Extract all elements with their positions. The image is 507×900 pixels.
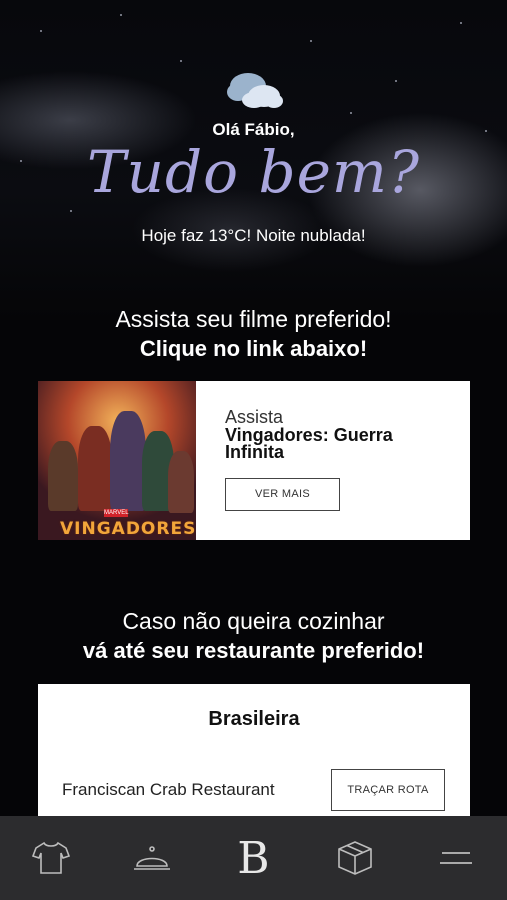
movie-section-title: Assista seu filme preferido! Clique no l… <box>0 304 507 364</box>
movie-info: Assista Vingadores: Guerra Infinita VER … <box>196 381 470 540</box>
movie-title-line1: Assista seu filme preferido! <box>115 306 392 332</box>
nav-food[interactable] <box>122 828 182 888</box>
restaurant-title-line1: Caso não queira cozinhar <box>122 608 385 634</box>
tshirt-icon <box>31 841 70 874</box>
restaurant-section-title: Caso não queira cozinhar vá até seu rest… <box>0 606 507 666</box>
movie-title-line2: Clique no link abaixo! <box>139 336 368 361</box>
tracar-rota-button[interactable]: TRAÇAR ROTA <box>331 769 445 811</box>
nav-home[interactable]: B <box>223 828 283 888</box>
ver-mais-button[interactable]: VER MAIS <box>225 478 340 511</box>
poster-logo: VINGADORES <box>60 519 196 539</box>
nav-delivery[interactable] <box>325 828 385 888</box>
movie-card[interactable]: MARVEL VINGADORES Assista Vingadores: Gu… <box>38 381 470 540</box>
cuisine-label: Brasileira <box>208 708 300 726</box>
cloud-night-icon <box>227 73 283 108</box>
headline-tudo-bem: Tudo bem? <box>86 138 421 206</box>
menu-icon <box>440 852 473 864</box>
poster-brand: MARVEL <box>104 509 129 517</box>
food-cloche-icon <box>134 846 171 870</box>
brand-b-logo: B <box>237 832 270 884</box>
bottom-navigation: B <box>0 816 507 900</box>
greeting-text: Olá Fábio, <box>212 120 295 139</box>
nav-clothing[interactable] <box>21 828 81 888</box>
weather-summary: Hoje faz 13°C! Noite nublada! <box>141 226 366 245</box>
nav-menu[interactable] <box>426 828 486 888</box>
restaurant-title-line2: vá até seu restaurante preferido! <box>82 638 425 663</box>
restaurant-card[interactable]: Brasileira Franciscan Crab Restaurant TR… <box>38 684 470 816</box>
box-icon <box>338 841 372 875</box>
movie-poster[interactable]: MARVEL VINGADORES <box>38 381 196 540</box>
movie-name: Vingadores: Guerra Infinita <box>225 425 393 462</box>
restaurant-name: Franciscan Crab Restaurant <box>62 780 275 799</box>
